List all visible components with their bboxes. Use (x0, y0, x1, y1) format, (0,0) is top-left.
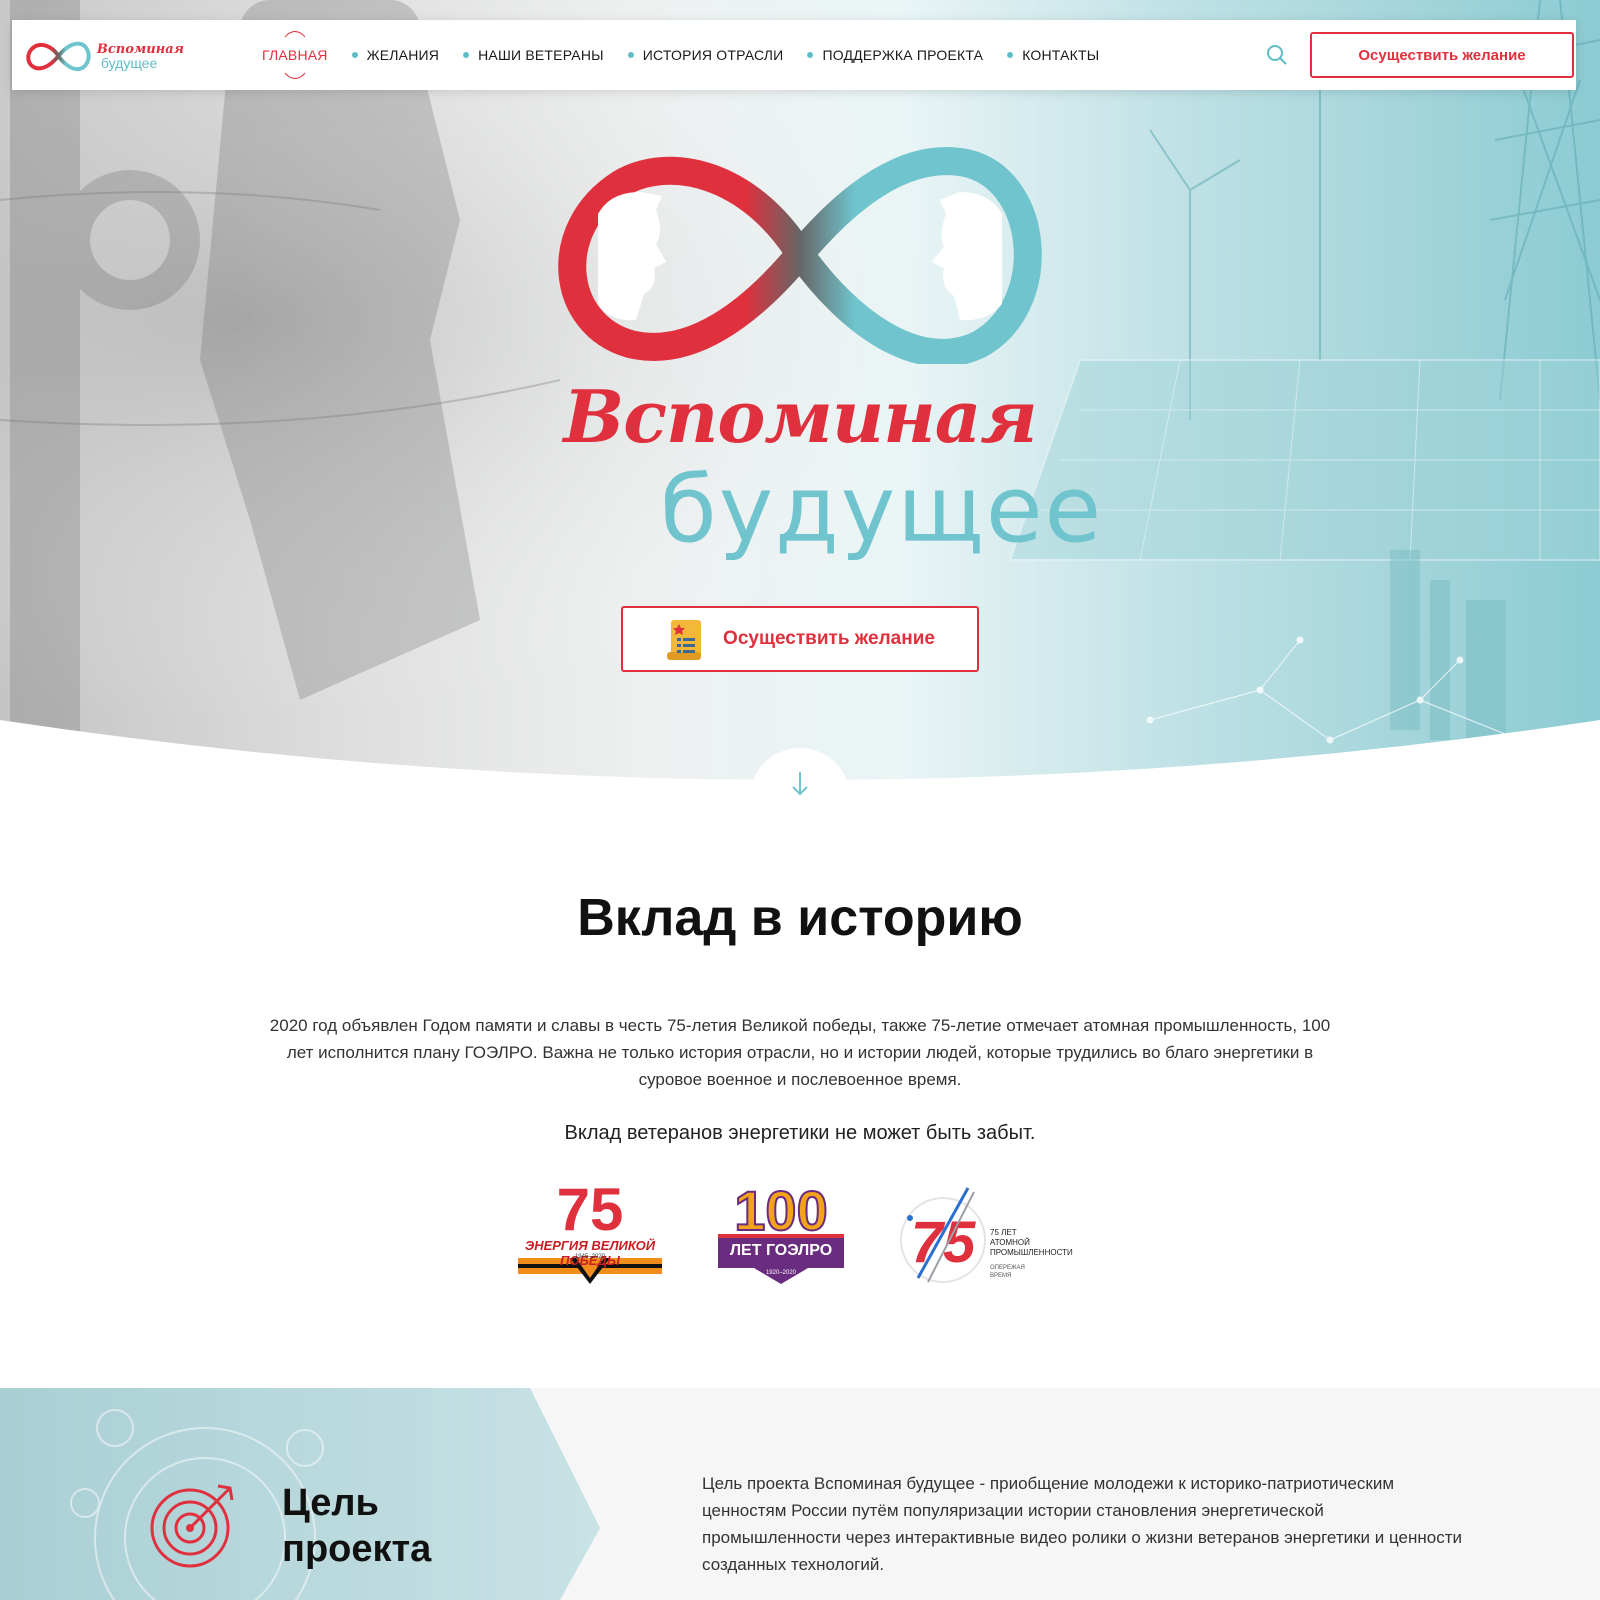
goelro-number: 100 (734, 1179, 827, 1242)
atom-sub-line2: время (990, 1273, 1012, 1279)
nav-dot-icon (351, 52, 358, 58)
nav-item-home[interactable]: ГЛАВНАЯ (262, 31, 328, 79)
goal-title-line1: Цель (282, 1482, 379, 1524)
nav-dot-icon (807, 52, 814, 58)
section-title: Вклад в историю (577, 889, 1023, 947)
atom-text-line2: атомной (990, 1238, 1030, 1247)
arrow-down-icon (792, 772, 808, 796)
hero-title-line2: будущее (660, 456, 1104, 563)
goal-title-line2: проекта (282, 1528, 432, 1570)
nav-item-wishes[interactable]: ЖЕЛАНИЯ (351, 47, 440, 63)
goal-section: Цель проекта Цель проекта Вспоминая буду… (0, 1388, 1600, 1600)
atom-text-line3: промышленности (990, 1248, 1073, 1257)
nav-dot-icon (1007, 52, 1014, 58)
victory-badge-graphic: 75 (518, 1176, 662, 1284)
site-header: Вспоминая будущее ГЛАВНАЯ ЖЕЛАНИЯ НАШИ В… (12, 20, 1576, 90)
target-icon (150, 1484, 234, 1568)
goal-title: Цель проекта (282, 1480, 431, 1572)
hero-section: Вспоминая будущее Осуществить желание (0, 0, 1600, 800)
badge-goelro-100: 100 ЛЕТ ГОЭЛРО 1920–2020 (714, 1178, 848, 1288)
badge-atom-75: 75 75 лет атомной промышленности Опережа… (898, 1178, 1088, 1288)
about-paragraph: 2020 год объявлен Годом памяти и славы в… (269, 1016, 1331, 1089)
nav-label: ИСТОРИЯ ОТРАСЛИ (642, 47, 784, 63)
nav-label: КОНТАКТЫ (1022, 47, 1100, 63)
nav-item-contacts[interactable]: КОНТАКТЫ (1007, 47, 1099, 63)
main-nav: ГЛАВНАЯ ЖЕЛАНИЯ НАШИ ВЕТЕРАНЫ ИСТОРИЯ ОТ… (262, 20, 1123, 90)
brand-name-line1: Вспоминая (96, 41, 184, 57)
hero-cta-button[interactable]: Осуществить желание (621, 606, 979, 672)
nav-item-support[interactable]: ПОДДЕРЖКА ПРОЕКТА (807, 47, 983, 63)
goelro-badge-years: 1920–2020 (765, 1270, 797, 1276)
badge-victory-75: 75 ЭНЕРГИЯ ВЕЛИКОЙ ПОБЕДЫ 1945–2020 (510, 1176, 670, 1288)
brand-name-line2: будущее (100, 54, 158, 71)
atom-text-line1: 75 лет (990, 1228, 1017, 1237)
header-cta-button[interactable]: Осуществить желание (1310, 32, 1574, 78)
atom-sub-line1: Опережая (990, 1265, 1025, 1271)
atom-number: 75 (911, 1210, 976, 1275)
about-highlight: Вклад ветеранов энергетики не может быть… (564, 1122, 1036, 1144)
infinity-logo-icon (558, 147, 1042, 364)
nav-item-history[interactable]: ИСТОРИЯ ОТРАСЛИ (627, 47, 784, 63)
nav-dot-icon (627, 52, 634, 58)
nav-item-veterans[interactable]: НАШИ ВЕТЕРАНЫ (463, 47, 604, 63)
infinity-logo-small-icon (26, 41, 91, 72)
hero-cta-label: Осуществить желание (723, 628, 935, 649)
anniversary-badges: 75 ЭНЕРГИЯ ВЕЛИКОЙ ПОБЕДЫ 1945–2020 100 … (0, 1176, 1600, 1288)
nav-label: ПОДДЕРЖКА ПРОЕКТА (822, 47, 984, 63)
nav-label: НАШИ ВЕТЕРАНЫ (478, 47, 604, 63)
document-icon (667, 620, 702, 660)
brand-logo[interactable]: Вспоминая будущее (24, 36, 184, 76)
goal-paragraph: Цель проекта Вспоминая будущее - приобще… (702, 1474, 1462, 1574)
hero-title-line1: Вспоминая (563, 374, 1037, 459)
nav-dot-icon (463, 52, 470, 58)
nav-label: ЖЕЛАНИЯ (366, 47, 440, 63)
atom-badge-graphic: 75 (900, 1187, 986, 1283)
atom-badge-subtext: Опережая время (990, 1264, 1025, 1280)
goelro-badge-text: ЛЕТ ГОЭЛРО (729, 1242, 833, 1259)
victory-number: 75 (557, 1178, 624, 1243)
atom-badge-text: 75 лет атомной промышленности (990, 1228, 1073, 1258)
victory-badge-years: 1945–2020 (574, 1254, 606, 1260)
active-ring (278, 31, 311, 79)
search-icon[interactable] (1266, 44, 1288, 66)
victory-badge-text: ЭНЕРГИЯ ВЕЛИКОЙ ПОБЕДЫ (524, 1238, 656, 1268)
